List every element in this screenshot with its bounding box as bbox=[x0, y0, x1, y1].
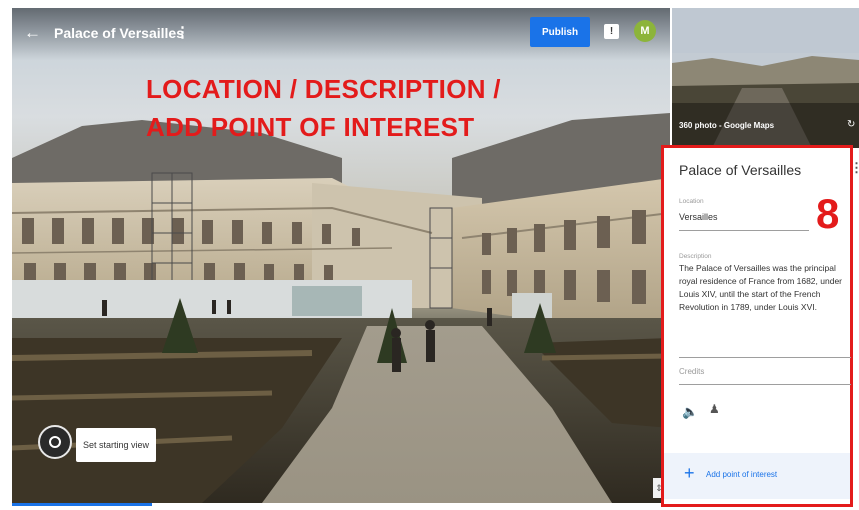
location-underline bbox=[679, 230, 809, 231]
annotation-line-2: ADD POINT OF INTEREST bbox=[146, 112, 475, 142]
compass-icon[interactable] bbox=[38, 425, 72, 459]
link-icon[interactable]: ↻ bbox=[847, 119, 855, 130]
description-field[interactable]: The Palace of Versailles was the princip… bbox=[679, 262, 854, 314]
description-underline bbox=[679, 357, 851, 358]
person-add-icon[interactable]: ♟ bbox=[709, 402, 720, 416]
location-label: Location bbox=[679, 198, 704, 205]
arrow-left-icon[interactable]: ← bbox=[24, 24, 41, 41]
scene-title[interactable]: Palace of Versailles bbox=[679, 162, 801, 178]
more-vert-icon[interactable]: ⋮ bbox=[850, 160, 859, 176]
step-number-marker: 8 bbox=[816, 190, 840, 237]
scene-progress-bar bbox=[12, 503, 152, 506]
plus-icon[interactable]: + bbox=[684, 463, 695, 484]
add-point-of-interest-label[interactable]: Add point of interest bbox=[706, 470, 777, 479]
credits-underline bbox=[679, 384, 851, 385]
description-label: Description bbox=[679, 253, 712, 260]
thumbnail-label: 360 photo - Google Maps bbox=[679, 121, 775, 130]
annotation-line-1: LOCATION / DESCRIPTION / bbox=[146, 74, 501, 104]
set-starting-view-button[interactable]: Set starting view bbox=[76, 428, 156, 462]
volume-icon[interactable]: 🔈 bbox=[682, 404, 698, 420]
more-vert-icon[interactable]: ⋮ bbox=[175, 23, 190, 41]
publish-button[interactable]: Publish bbox=[530, 17, 590, 47]
avatar[interactable]: M bbox=[634, 20, 656, 42]
annotation-overlay: LOCATION / DESCRIPTION / ADD POINT OF IN… bbox=[146, 70, 501, 146]
credits-label: Credits bbox=[679, 367, 705, 376]
feedback-icon[interactable]: ! bbox=[604, 24, 619, 39]
tour-title: Palace of Versailles bbox=[54, 25, 184, 41]
location-field[interactable]: Versailles bbox=[679, 212, 718, 222]
